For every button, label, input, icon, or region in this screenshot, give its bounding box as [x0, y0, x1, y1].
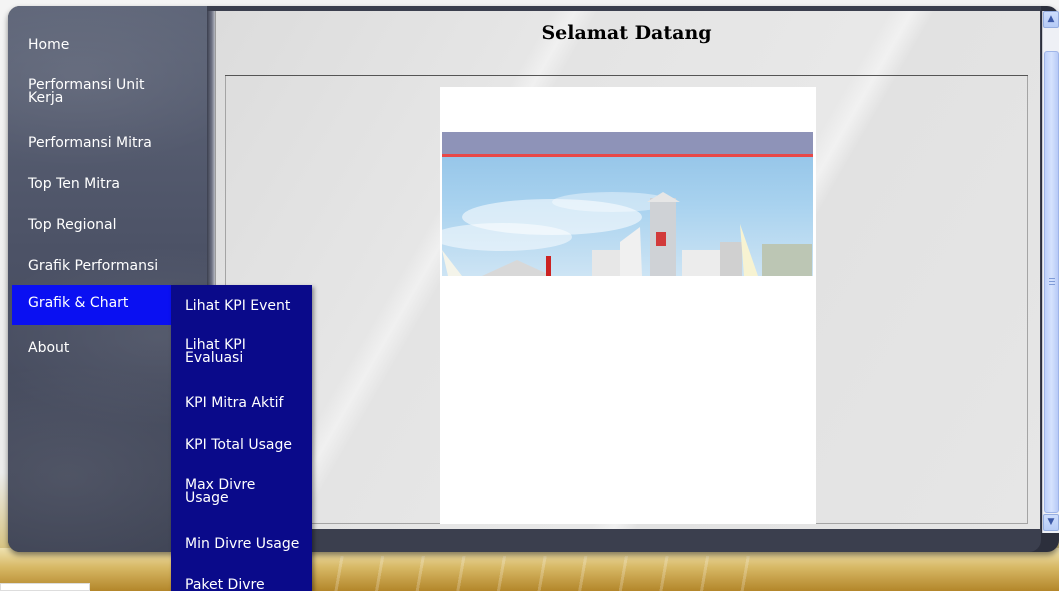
sidebar-item-label: Performansi Unit Kerja	[28, 77, 145, 106]
sidebar-item-label: Top Regional	[28, 217, 117, 233]
scrollbar-thumb[interactable]	[1044, 51, 1059, 513]
sidebar-item-top-ten-mitra[interactable]: Top Ten Mitra	[12, 177, 202, 192]
sidebar-item-top-regional[interactable]: Top Regional	[12, 218, 202, 233]
submenu-item-label: KPI Total Usage	[185, 437, 292, 453]
sidebar-item-performansi-unit-kerja[interactable]: Performansi Unit Kerja	[12, 77, 202, 106]
submenu-item-kpi-total-usage[interactable]: KPI Total Usage	[185, 438, 309, 452]
sidebar-item-home[interactable]: Home	[12, 38, 202, 53]
grip-icon	[1049, 278, 1055, 286]
banner-image	[442, 132, 813, 276]
sidebar-item-label: Grafik & Chart	[28, 295, 129, 311]
page-title: Selamat Datang	[541, 22, 712, 44]
sidebar-item-grafik-chart[interactable]: Grafik & Chart	[12, 285, 171, 325]
submenu-item-lihat-kpi-evaluasi[interactable]: Lihat KPI Evaluasi	[185, 337, 309, 366]
banner-photo	[442, 192, 812, 276]
sidebar-item-label: Top Ten Mitra	[28, 176, 120, 192]
submenu-item-label: Min Divre Usage	[185, 536, 300, 552]
submenu-item-label: KPI Mitra Aktif	[185, 395, 284, 411]
submenu-item-kpi-mitra-aktif[interactable]: KPI Mitra Aktif	[185, 396, 309, 410]
browser-status-bar	[0, 583, 90, 591]
submenu-item-label: Lihat KPI Evaluasi	[185, 337, 246, 366]
submenu-item-max-divre-usage[interactable]: Max Divre Usage	[185, 477, 309, 506]
sidebar-item-performansi-mitra[interactable]: Performansi Mitra	[12, 136, 202, 151]
chevron-up-icon[interactable]: ▲	[1043, 11, 1059, 28]
sidebar-item-label: Performansi Mitra	[28, 135, 152, 151]
chevron-down-icon[interactable]: ▼	[1043, 514, 1059, 531]
submenu-item-paket-divre[interactable]: Paket Divre	[185, 578, 309, 591]
sidebar-item-label: Grafik Performansi	[28, 258, 159, 274]
submenu-item-min-divre-usage[interactable]: Min Divre Usage	[185, 537, 309, 551]
vertical-scrollbar[interactable]: ▲ ▼	[1042, 11, 1059, 533]
background-decoration	[300, 556, 760, 591]
sidebar-item-label: Home	[28, 37, 70, 53]
submenu-item-label: Paket Divre	[185, 577, 265, 591]
submenu-item-lihat-kpi-event[interactable]: Lihat KPI Event	[185, 299, 309, 313]
submenu-item-label: Max Divre Usage	[185, 477, 256, 506]
sidebar-item-grafik-performansi[interactable]: Grafik Performansi	[12, 259, 202, 274]
submenu-grafik-chart: Lihat KPI Event Lihat KPI Evaluasi KPI M…	[171, 285, 312, 591]
submenu-item-label: Lihat KPI Event	[185, 298, 291, 314]
sidebar-item-label: About	[28, 340, 70, 356]
